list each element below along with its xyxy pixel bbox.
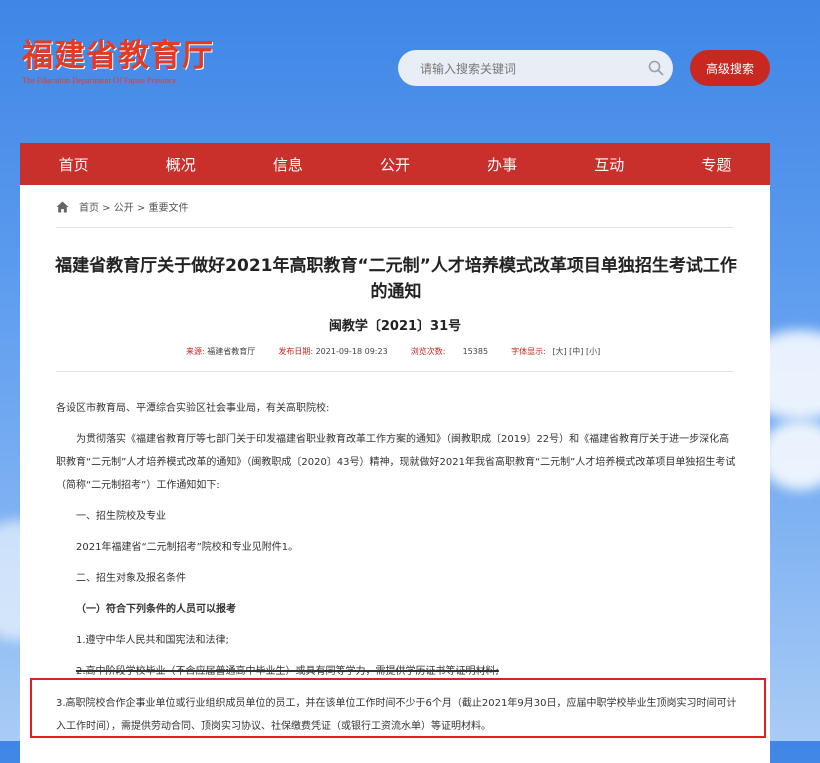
divider [56,371,734,372]
section-heading: 一、招生院校及专业 [76,511,166,522]
nav-item-services[interactable]: 办事 [449,143,556,185]
subsection-heading: （一）符合下列条件的人员可以报考 [76,604,236,615]
nav-item-home[interactable]: 首页 [20,143,127,185]
paragraph-greeting: 各设区市教育局、平潭综合实验区社会事业局，有关高职院校: [56,403,330,414]
site-logo[interactable]: 福建省教育厅 The Education Department Of Fujia… [22,38,214,85]
font-size-label: 字体显示: [511,347,546,356]
breadcrumb: 首页 > 公开 > 重要文件 [56,199,188,214]
article-title: 福建省教育厅关于做好2021年高职教育“二元制”人才培养模式改革项目单独招生考试… [55,256,737,302]
home-icon[interactable] [56,201,69,213]
article-meta: 来源: 福建省教育厅 发布日期: 2021-09-18 09:23 浏览次数: … [186,346,600,357]
font-size-small-link[interactable]: [小] [586,347,600,356]
date-value: 2021-09-18 09:23 [315,347,388,356]
nav-item-interaction[interactable]: 互动 [556,143,663,185]
nav-item-topics[interactable]: 专题 [663,143,770,185]
nav-item-info[interactable]: 信息 [234,143,341,185]
nav-item-overview[interactable]: 概况 [127,143,234,185]
advanced-search-button[interactable]: 高级搜索 [690,50,770,86]
source-label: 来源: [186,347,205,356]
list-item: 1.遵守中华人民共和国宪法和法律; [76,635,229,646]
views-label: 浏览次数: [410,347,446,356]
article-body: 各设区市教育局、平潭综合实验区社会事业局，有关高职院校: 为贯彻落实《福建省教育… [56,397,736,683]
content-panel: 首页 概况 信息 公开 办事 互动 专题 首页 > 公开 > 重要文件 福建省教… [20,143,770,763]
source-value: 福建省教育厅 [207,347,256,356]
font-size-medium-link[interactable]: [中] [569,347,583,356]
section-heading: 二、招生对象及报名条件 [76,573,186,584]
search-icon[interactable] [639,60,673,76]
views-value: 15385 [462,347,489,356]
logo-subtitle: The Education Department Of Fujian Provi… [22,76,177,85]
nav-item-public[interactable]: 公开 [341,143,448,185]
logo-title: 福建省教育厅 [22,38,214,74]
divider [56,227,734,228]
search-bar[interactable]: 请输入搜索关键词 [398,50,673,86]
date-label: 发布日期: [278,347,314,356]
highlighted-list-item: 3.高职院校合作企事业单位或行业组织成员单位的员工，并在该单位工作时间不少于6个… [56,698,737,732]
search-input[interactable]: 请输入搜索关键词 [398,60,639,77]
breadcrumb-path[interactable]: 首页 > 公开 > 重要文件 [79,199,188,214]
paragraph: 2021年福建省“二元制招考”院校和专业见附件1。 [76,542,299,553]
paragraph-intro: 为贯彻落实《福建省教育厅等七部门关于印发福建省职业教育改革工作方案的通知》（闽教… [56,434,736,491]
font-size-large-link[interactable]: [大] [552,347,566,356]
document-number: 闽教学〔2021〕31号 [328,319,462,334]
main-nav: 首页 概况 信息 公开 办事 互动 专题 [20,143,770,185]
